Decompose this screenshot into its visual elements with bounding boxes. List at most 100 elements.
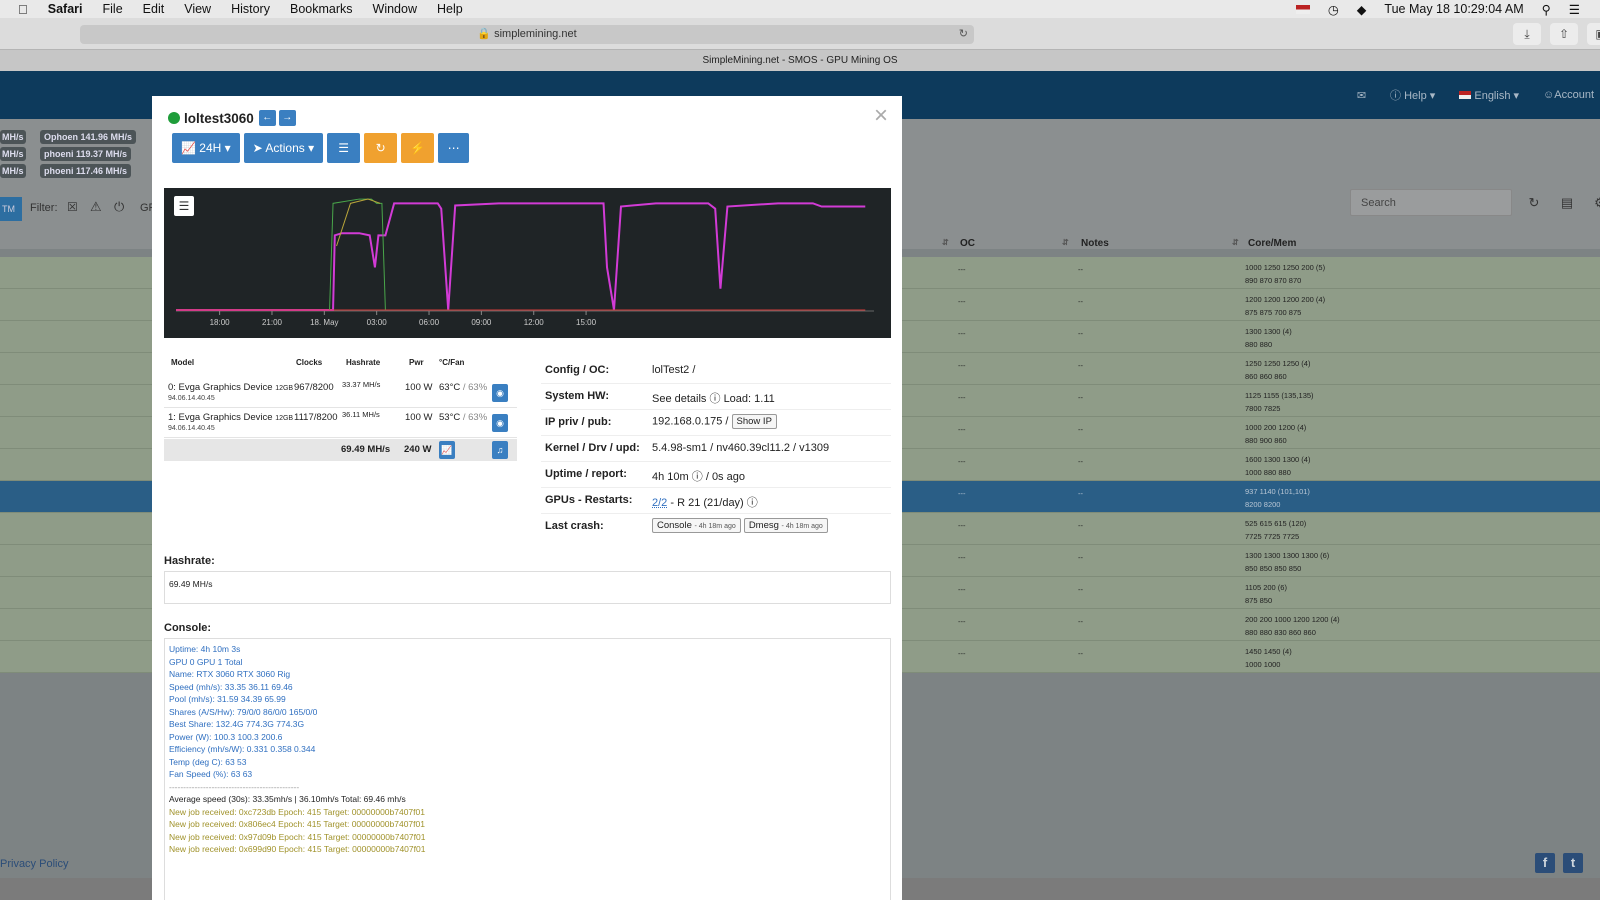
menu-edit[interactable]: Edit	[143, 2, 165, 16]
search-input[interactable]: Search	[1350, 189, 1512, 216]
info-icon[interactable]: ⓘ	[692, 471, 703, 483]
warning-icon[interactable]: ⚠	[90, 199, 102, 223]
nav-language[interactable]: English ▾	[1459, 89, 1519, 102]
console-line: New job received: 0x806ec4 Epoch: 415 Ta…	[169, 819, 425, 829]
menu-history[interactable]: History	[231, 2, 270, 16]
share-icon[interactable]: ⇧	[1550, 23, 1578, 45]
console-line: Uptime: 4h 10m 3s	[169, 644, 241, 654]
chart-icon[interactable]: 📈	[439, 441, 455, 459]
prev-rig-button[interactable]: ←	[258, 110, 276, 126]
col-oc[interactable]: OC	[960, 238, 975, 249]
mail-icon[interactable]: ✉	[1357, 89, 1366, 102]
address-bar[interactable]: 🔒 simplemining.net ↻	[80, 25, 974, 44]
settings-icon[interactable]: ⚙	[1586, 189, 1600, 216]
x-tick-label: 18:00	[210, 318, 231, 327]
gpu-col-model: Model	[171, 358, 195, 367]
console-line: Temp (deg C): 63 53	[169, 756, 247, 767]
console-label: Console:	[164, 622, 212, 634]
tab-title: SimpleMining.net - SMOS - GPU Mining OS	[702, 55, 898, 66]
browser-toolbar: 🔒 simplemining.net ↻ ⤓ ⇧ ▣	[0, 18, 1600, 49]
time-machine-icon[interactable]: ◷	[1328, 2, 1339, 17]
menu-help[interactable]: Help	[437, 2, 463, 16]
address-url: simplemining.net	[494, 28, 577, 40]
close-icon[interactable]: ×	[874, 102, 888, 130]
power-icon[interactable]: ⏻	[114, 199, 124, 223]
gpu-col-pwr: Pwr	[409, 358, 424, 367]
kernel-value: 5.4.98-sm1 / nv460.39cl11.2 / v1309	[652, 442, 830, 454]
info-icon[interactable]: ⓘ	[710, 393, 721, 405]
apple-icon[interactable]: 	[18, 2, 28, 17]
locate-gpu-icon[interactable]: ◉	[492, 384, 508, 402]
more-options-icon[interactable]: ⋯	[438, 133, 470, 163]
menu-file[interactable]: File	[103, 2, 123, 16]
nav-account[interactable]: ☺Account	[1543, 89, 1594, 101]
locate-gpu-icon[interactable]: ◉	[492, 414, 508, 432]
see-details-link[interactable]: See details	[652, 393, 706, 405]
menu-app-name[interactable]: Safari	[48, 2, 83, 16]
x-tick-label: 12:00	[524, 318, 545, 327]
menubar-clock[interactable]: Tue May 18 10:29:04 AM	[1384, 2, 1523, 16]
music-note-icon[interactable]: ♫	[492, 441, 508, 459]
rocket-icon: ➤	[252, 141, 263, 155]
flag-icon[interactable]	[1295, 4, 1310, 14]
menu-view[interactable]: View	[184, 2, 211, 16]
filter-clear-icon[interactable]: ☒	[67, 200, 78, 224]
gpus-count-link[interactable]: 2/2	[652, 497, 667, 509]
console-line: Efficiency (mh/s/W): 0.331 0.358 0.344	[169, 744, 316, 754]
x-tick-label: 03:00	[367, 318, 388, 327]
col-notes[interactable]: Notes	[1081, 238, 1109, 249]
chart-series-line	[176, 202, 866, 311]
sort-icon[interactable]: ⇵	[1232, 238, 1239, 247]
rig-details-modal: loltest3060 ← → × 📈 24H ▾ ➤ Actions ▾ ☰ …	[152, 96, 902, 900]
downloads-icon[interactable]: ⤓	[1513, 23, 1541, 45]
online-status-icon	[168, 112, 180, 124]
col-core-mem[interactable]: Core/Mem	[1248, 238, 1296, 249]
sort-icon[interactable]: ⇵	[1062, 238, 1069, 247]
sliders-icon[interactable]: ☰	[327, 133, 361, 163]
show-ip-button[interactable]: Show IP	[731, 414, 777, 429]
coin-stub: MH/s	[0, 164, 26, 178]
hashrate-label: Hashrate:	[164, 555, 215, 567]
sort-icon[interactable]: ⇵	[942, 238, 949, 247]
info-icon[interactable]: ⓘ	[747, 497, 758, 509]
chart-menu-icon[interactable]: ☰	[174, 196, 194, 216]
power-cycle-icon[interactable]: ⚡	[401, 133, 435, 163]
lock-icon: 🔒	[477, 28, 492, 40]
chart-icon: 📈	[181, 141, 196, 155]
x-tick-label: 09:00	[471, 318, 492, 327]
next-rig-button[interactable]: →	[278, 110, 296, 126]
wifi-icon[interactable]: ◆	[1357, 2, 1367, 17]
coin-badge: Ophoen 141.96 MH/s	[40, 130, 137, 144]
facebook-icon[interactable]: f	[1535, 853, 1555, 873]
reload-icon[interactable]: ↻	[959, 25, 968, 44]
filter-tab[interactable]: TM	[0, 197, 22, 221]
console-line: Average speed (30s): 33.35mh/s | 36.10mh…	[169, 794, 406, 804]
console-crash-button[interactable]: Console - 4h 18m ago	[652, 518, 741, 533]
control-center-icon[interactable]: ☰	[1569, 2, 1580, 17]
help-icon: ⓘ	[1390, 90, 1402, 102]
console-line: New job received: 0x699d90 Epoch: 415 Ta…	[169, 844, 426, 854]
total-hashrate: 69.49 MH/s	[341, 444, 391, 455]
tabs-icon[interactable]: ▣	[1587, 23, 1600, 45]
flag-icon	[1459, 90, 1472, 99]
privacy-policy-link[interactable]: Privacy Policy	[0, 858, 68, 870]
actions-dropdown-button[interactable]: ➤ Actions ▾	[243, 133, 324, 163]
refresh-icon[interactable]: ↻	[1520, 189, 1548, 216]
dmesg-crash-button[interactable]: Dmesg - 4h 18m ago	[743, 518, 828, 533]
gpu-row: 0: Evga Graphics Device 12GB 94.06.14.40…	[164, 378, 517, 408]
reboot-icon[interactable]: ↻	[364, 133, 398, 163]
menu-window[interactable]: Window	[373, 2, 417, 16]
x-tick-label: 06:00	[419, 318, 440, 327]
twitter-icon[interactable]: t	[1563, 853, 1583, 873]
list-view-icon[interactable]: ▤	[1553, 189, 1581, 216]
period-dropdown-button[interactable]: 📈 24H ▾	[172, 133, 240, 163]
console-line: Pool (mh/s): 31.59 34.39 65.99	[169, 694, 286, 704]
gpu-col-temp: °C/Fan	[439, 358, 465, 367]
nav-help[interactable]: ⓘ Help ▾	[1390, 87, 1435, 103]
console-line: Best Share: 132.4G 774.3G 774.3G	[169, 719, 305, 729]
rig-name: loltest3060	[184, 110, 254, 126]
browser-tab[interactable]: SimpleMining.net - SMOS - GPU Mining OS	[0, 49, 1600, 71]
console-divider: ----------------------------------------…	[169, 781, 299, 792]
menu-bookmarks[interactable]: Bookmarks	[290, 2, 353, 16]
spotlight-icon[interactable]: ⚲	[1542, 2, 1551, 17]
